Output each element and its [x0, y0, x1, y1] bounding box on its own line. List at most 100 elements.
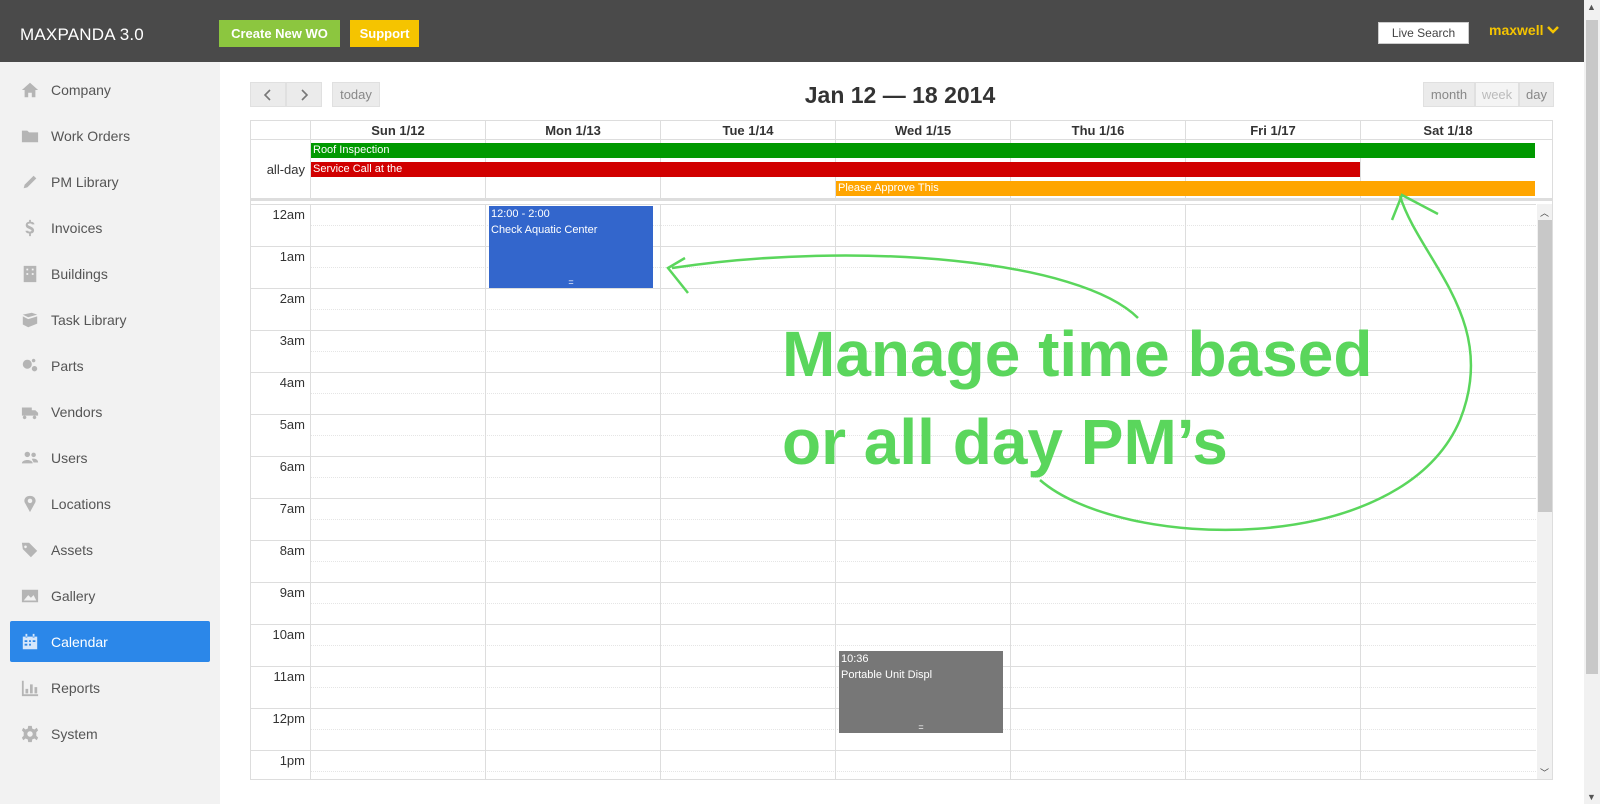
week-view-button[interactable]: week	[1475, 82, 1519, 107]
truck-icon	[20, 402, 40, 422]
create-new-wo-button[interactable]: Create New WO	[219, 20, 340, 47]
sidebar-item-company[interactable]: Company	[10, 69, 210, 110]
event-title: Portable Unit Displ	[841, 669, 933, 682]
scroll-up-arrow-icon[interactable]: ▲	[1587, 2, 1596, 12]
user-menu[interactable]: maxwell	[1489, 22, 1560, 38]
timed-event[interactable]: 10:36 Portable Unit Displ =	[839, 651, 1003, 734]
time-label: 10am	[272, 627, 305, 642]
all-day-event[interactable]: Service Call at the	[311, 162, 1360, 177]
half-hour-slot[interactable]	[310, 771, 1536, 779]
hour-slot[interactable]	[251, 288, 1536, 309]
resize-handle-icon[interactable]: =	[489, 278, 653, 287]
sidebar-item-pm-library[interactable]: PM Library	[10, 161, 210, 202]
sidebar-item-gallery[interactable]: Gallery	[10, 575, 210, 616]
day-header[interactable]: Tue 1/14	[660, 121, 835, 140]
resize-handle-icon[interactable]: =	[839, 723, 1003, 732]
building-icon	[20, 264, 40, 284]
sidebar-item-label: Task Library	[51, 311, 127, 328]
sidebar-item-calendar[interactable]: Calendar	[10, 621, 210, 662]
all-day-row: all-day Roof Inspection Service Call at t…	[251, 140, 1552, 201]
sidebar-item-users[interactable]: Users	[10, 437, 210, 478]
folder-icon	[20, 126, 40, 146]
half-hour-slot[interactable]	[310, 561, 1536, 582]
sidebar-item-label: System	[51, 725, 98, 742]
hour-slot[interactable]	[251, 624, 1536, 645]
scroll-down-arrow-icon[interactable]: ▼	[1587, 792, 1596, 802]
support-button[interactable]: Support	[350, 20, 419, 47]
time-label: 7am	[279, 501, 305, 516]
calendar-scrollbar-thumb[interactable]	[1538, 220, 1552, 512]
sidebar-item-vendors[interactable]: Vendors	[10, 391, 210, 432]
sidebar-item-work-orders[interactable]: Work Orders	[10, 115, 210, 156]
book-icon	[20, 310, 40, 330]
page-scrollbar[interactable]: ▲ ▼	[1584, 0, 1600, 804]
pencil-icon	[20, 172, 40, 192]
time-label: 5am	[279, 417, 305, 432]
event-time: 12:00 - 2:00	[491, 208, 550, 220]
sidebar-item-invoices[interactable]: Invoices	[10, 207, 210, 248]
day-header[interactable]: Sun 1/12	[310, 121, 485, 140]
hour-slot[interactable]	[251, 498, 1536, 519]
app-brand[interactable]: MAXPANDA 3.0	[20, 25, 144, 45]
day-header[interactable]: Thu 1/16	[1010, 121, 1185, 140]
day-view-button[interactable]: day	[1519, 82, 1554, 107]
sidebar-item-label: Assets	[51, 541, 94, 558]
hour-slot[interactable]	[251, 246, 1536, 267]
sidebar-item-buildings[interactable]: Buildings	[10, 253, 210, 294]
day-column-divider	[310, 204, 311, 779]
calendar-scrollbar[interactable]: ︿ ﹀	[1537, 204, 1552, 779]
calendar-scroll-down-icon[interactable]: ﹀	[1540, 766, 1549, 779]
today-button[interactable]: today	[332, 82, 380, 107]
sidebar-item-locations[interactable]: Locations	[10, 483, 210, 524]
time-label: 12am	[272, 207, 305, 222]
hour-slot[interactable]	[251, 582, 1536, 603]
month-view-button[interactable]: month	[1423, 82, 1475, 107]
annotation-line-1: Manage time based	[782, 318, 1373, 390]
sidebar-item-label: Locations	[51, 495, 111, 512]
hour-slot[interactable]	[251, 750, 1536, 771]
half-hour-slot[interactable]	[310, 603, 1536, 624]
home-icon	[20, 80, 40, 100]
sidebar-item-reports[interactable]: Reports	[10, 667, 210, 708]
time-label: 9am	[279, 585, 305, 600]
sidebar-item-parts[interactable]: Parts	[10, 345, 210, 386]
half-hour-slot[interactable]	[310, 519, 1536, 540]
all-day-label: all-day	[266, 162, 305, 177]
sidebar-item-label: Company	[51, 81, 111, 98]
sidebar-item-label: Gallery	[51, 587, 96, 604]
sidebar-item-assets[interactable]: Assets	[10, 529, 210, 570]
hour-slot[interactable]	[251, 204, 1536, 225]
page-scrollbar-thumb[interactable]	[1586, 20, 1598, 674]
prev-week-button[interactable]	[250, 82, 286, 107]
calendar-scroll-up-icon[interactable]: ︿	[1540, 206, 1549, 219]
hour-slot[interactable]	[251, 540, 1536, 561]
day-header[interactable]: Mon 1/13	[485, 121, 660, 140]
event-time: 10:36	[841, 653, 869, 666]
sidebar-item-system[interactable]: System	[10, 713, 210, 754]
sidebar-item-label: Invoices	[51, 219, 103, 236]
users-icon	[20, 448, 40, 468]
sidebar-item-task-library[interactable]: Task Library	[10, 299, 210, 340]
time-label: 12pm	[272, 711, 305, 726]
annotation-text: Manage time based or all day PM’s	[782, 310, 1372, 486]
sidebar-item-label: PM Library	[51, 173, 119, 190]
sidebar-item-label: Users	[51, 449, 88, 466]
day-column-divider	[485, 204, 486, 779]
day-header[interactable]: Wed 1/15	[835, 121, 1010, 140]
time-grid[interactable]: 12am 1am 2am 3am 4am 5am 6am 7am 8am 9am 10am 11am 1…	[251, 204, 1536, 779]
day-header-row: Sun 1/12 Mon 1/13 Tue 1/14 Wed 1/15 Thu 1/16…	[251, 121, 1552, 140]
sidebar-item-label: Vendors	[51, 403, 103, 420]
annotation-line-2: or all day PM’s	[782, 406, 1228, 478]
time-label: 1pm	[279, 753, 305, 768]
time-label: 4am	[279, 375, 305, 390]
day-header[interactable]: Fri 1/17	[1185, 121, 1360, 140]
timed-event[interactable]: 12:00 - 2:00 Check Aquatic Center =	[489, 206, 653, 288]
all-day-event[interactable]: Please Approve This	[836, 181, 1535, 196]
user-name: maxwell	[1489, 22, 1544, 38]
day-header[interactable]: Sat 1/18	[1360, 121, 1535, 140]
all-day-event[interactable]: Roof Inspection	[311, 143, 1535, 158]
sidebar: Company Work Orders PM Library Invoices Buil…	[0, 62, 220, 804]
day-column-divider	[660, 204, 661, 779]
next-week-button[interactable]	[286, 82, 322, 107]
live-search-button[interactable]: Live Search	[1378, 22, 1469, 44]
